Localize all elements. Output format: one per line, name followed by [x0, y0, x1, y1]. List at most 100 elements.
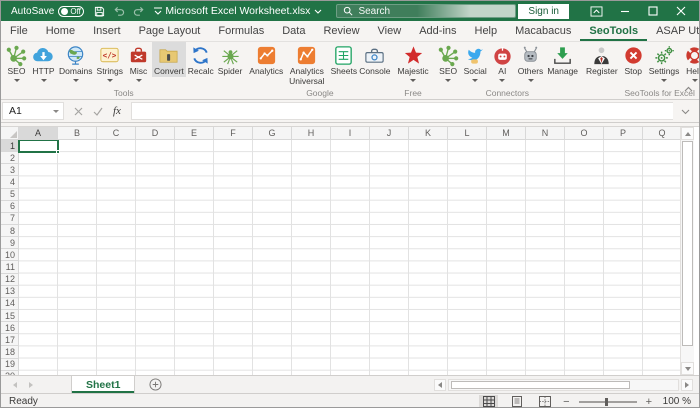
ribbon-button-register[interactable]: Register	[584, 42, 620, 77]
tab-review[interactable]: Review	[314, 21, 368, 41]
vertical-scrollbar[interactable]	[680, 127, 694, 375]
tab-help[interactable]: Help	[466, 21, 507, 41]
ribbon-button-seo[interactable]: SEO	[3, 42, 30, 82]
zoom-slider[interactable]	[579, 401, 637, 403]
ribbon-button-connector-seo[interactable]: SEO	[435, 42, 462, 82]
insert-function-icon[interactable]: fx	[113, 105, 121, 117]
row-header-7[interactable]: 7	[1, 213, 19, 225]
search-input[interactable]	[358, 6, 478, 17]
tab-home[interactable]: Home	[37, 21, 84, 41]
row-header-2[interactable]: 2	[1, 152, 19, 164]
ribbon-button-sheets[interactable]: Sheets	[329, 42, 358, 77]
row-header-14[interactable]: 14	[1, 298, 19, 310]
row-header-20[interactable]: 20	[1, 371, 19, 375]
column-header-C[interactable]: C	[97, 127, 136, 140]
customize-qat-icon[interactable]	[153, 7, 163, 16]
page-break-preview-button[interactable]	[535, 395, 554, 408]
scroll-right-button[interactable]	[681, 379, 693, 391]
ribbon-button-stop[interactable]: Stop	[620, 42, 647, 77]
tab-asap-utilities[interactable]: ASAP Utilities	[647, 21, 700, 41]
sheet-nav-right-icon[interactable]	[29, 382, 33, 388]
ribbon-button-strings[interactable]: </> Strings	[95, 42, 125, 82]
ribbon-button-http[interactable]: HTTP	[30, 42, 57, 82]
row-header-3[interactable]: 3	[1, 164, 19, 176]
zoom-in-button[interactable]: +	[646, 396, 652, 408]
name-box[interactable]: A1	[2, 102, 64, 120]
row-header-9[interactable]: 9	[1, 237, 19, 249]
ribbon-button-manage[interactable]: Manage	[545, 42, 580, 77]
row-header-5[interactable]: 5	[1, 189, 19, 201]
column-header-M[interactable]: M	[487, 127, 526, 140]
select-all-corner[interactable]	[1, 127, 19, 140]
new-sheet-button[interactable]	[149, 376, 162, 393]
row-header-6[interactable]: 6	[1, 201, 19, 213]
ribbon-button-settings[interactable]: Settings	[647, 42, 682, 82]
redo-icon[interactable]	[133, 6, 145, 17]
page-layout-view-button[interactable]	[507, 395, 526, 408]
cells-area[interactable]	[19, 140, 682, 375]
column-header-I[interactable]: I	[331, 127, 370, 140]
row-header-17[interactable]: 17	[1, 334, 19, 346]
ribbon-button-majestic[interactable]: Majestic	[395, 42, 430, 82]
column-header-A[interactable]: A	[19, 127, 58, 140]
row-header-1[interactable]: 1	[1, 140, 19, 152]
column-header-N[interactable]: N	[526, 127, 565, 140]
ribbon-button-analytics-universal[interactable]: Analytics Universal	[284, 42, 329, 87]
formula-bar-expand-icon[interactable]	[673, 102, 698, 120]
column-header-F[interactable]: F	[214, 127, 253, 140]
ribbon-button-recalc[interactable]: Recalc	[186, 42, 216, 77]
autosave-control[interactable]: AutoSave Off	[11, 6, 84, 17]
zoom-level[interactable]: 100 %	[661, 396, 691, 407]
scroll-left-button[interactable]	[434, 379, 446, 391]
horizontal-scroll-track[interactable]	[448, 379, 679, 391]
tab-seotools[interactable]: SeoTools	[580, 21, 647, 41]
close-button[interactable]	[667, 1, 695, 21]
undo-icon[interactable]	[113, 6, 125, 17]
name-box-caret-icon[interactable]	[53, 110, 59, 113]
tab-formulas[interactable]: Formulas	[209, 21, 273, 41]
enter-check-icon[interactable]	[93, 107, 103, 116]
scroll-up-button[interactable]	[681, 127, 694, 140]
document-title[interactable]: Microsoft Excel Worksheet.xlsx	[165, 5, 322, 17]
tab-page-layout[interactable]: Page Layout	[130, 21, 210, 41]
horizontal-scrollbar[interactable]	[434, 376, 699, 393]
autosave-toggle[interactable]: Off	[58, 6, 84, 17]
sheet-nav-left-icon[interactable]	[13, 382, 17, 388]
fill-handle[interactable]	[56, 150, 60, 154]
tab-file[interactable]: File	[1, 21, 37, 41]
column-header-E[interactable]: E	[175, 127, 214, 140]
vertical-scroll-thumb[interactable]	[682, 141, 693, 346]
ribbon-button-misc[interactable]: Misc	[125, 42, 152, 82]
tab-view[interactable]: View	[369, 21, 411, 41]
row-header-10[interactable]: 10	[1, 249, 19, 261]
row-header-12[interactable]: 12	[1, 274, 19, 286]
ribbon-button-spider[interactable]: Spider	[216, 42, 245, 77]
cancel-icon[interactable]	[74, 107, 83, 116]
column-header-L[interactable]: L	[448, 127, 487, 140]
formula-input[interactable]	[131, 102, 673, 120]
horizontal-scroll-thumb[interactable]	[451, 381, 630, 389]
minimize-button[interactable]	[611, 1, 639, 21]
selected-cell-a1[interactable]	[18, 140, 59, 153]
ribbon-button-console[interactable]: Console	[358, 42, 391, 77]
zoom-slider-thumb[interactable]	[605, 398, 608, 406]
ribbon-button-convert[interactable]: Convert	[152, 42, 186, 77]
sheet-tab-sheet1[interactable]: Sheet1	[71, 376, 135, 393]
tab-macabacus[interactable]: Macabacus	[506, 21, 580, 41]
ribbon-button-domains[interactable]: Domains	[57, 42, 95, 82]
row-header-13[interactable]: 13	[1, 286, 19, 298]
ribbon-button-ai[interactable]: AI	[489, 42, 516, 82]
ribbon-button-analytics[interactable]: Analytics	[248, 42, 284, 77]
row-header-11[interactable]: 11	[1, 261, 19, 273]
row-header-8[interactable]: 8	[1, 225, 19, 237]
search-box[interactable]	[336, 4, 516, 18]
column-header-K[interactable]: K	[409, 127, 448, 140]
ribbon-display-options-button[interactable]	[583, 1, 611, 21]
column-header-H[interactable]: H	[292, 127, 331, 140]
row-header-4[interactable]: 4	[1, 176, 19, 188]
column-header-O[interactable]: O	[565, 127, 604, 140]
column-header-B[interactable]: B	[58, 127, 97, 140]
row-header-19[interactable]: 19	[1, 359, 19, 371]
column-header-P[interactable]: P	[604, 127, 643, 140]
save-icon[interactable]	[94, 6, 105, 17]
